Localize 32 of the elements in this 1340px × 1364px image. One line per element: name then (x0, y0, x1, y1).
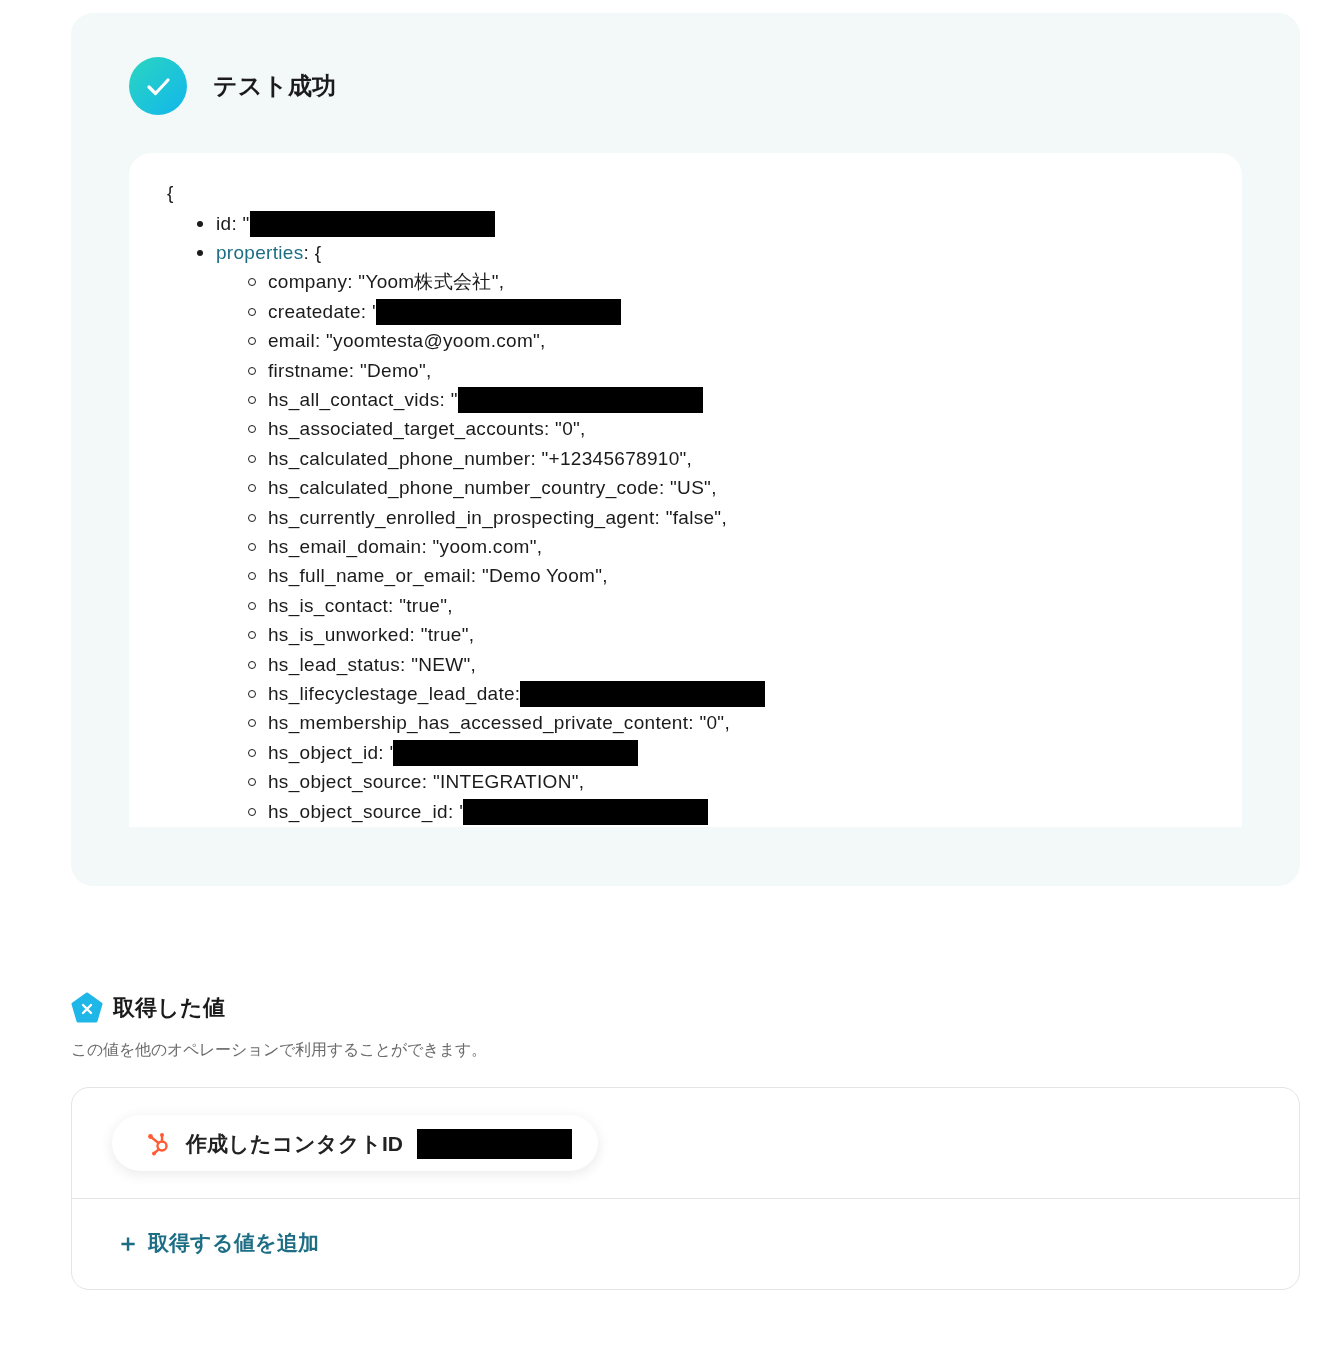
code-line: hs_is_unworked: "true", (268, 624, 475, 647)
add-value-button[interactable]: ＋ 取得する値を追加 (72, 1199, 363, 1289)
code-line: hs_calculated_phone_number: "+12345678910", (268, 447, 693, 470)
code-line: hs_lead_status: "NEW", (268, 653, 477, 676)
value-chip[interactable]: 作成したコンタクトID (112, 1115, 598, 1171)
code-line: company: "Yoom株式会社", (268, 270, 505, 295)
bullet-icon (197, 220, 203, 227)
bullet-icon (197, 250, 203, 257)
code-line: hs_lifecyclestage_lead_date: (268, 682, 521, 705)
code-line: hs_membership_has_accessed_private_content: "0", (268, 712, 730, 735)
code-line: hs_associated_target_accounts: "0", (268, 418, 586, 441)
code-line: hs_object_id: ' (268, 741, 394, 764)
code-line: id: " (216, 212, 250, 235)
code-line: hs_all_contact_vids: " (268, 389, 458, 412)
code-line: hs_currently_enrolled_in_prospecting_agent: "false", (268, 506, 727, 529)
code-line: { (167, 181, 175, 205)
code-line: email: "yoomtesta@yoom.com", (268, 330, 546, 353)
code-line: hs_object_source: "INTEGRATION", (268, 771, 585, 794)
pentagon-icon (71, 992, 103, 1024)
code-line: : { (303, 242, 322, 265)
code-line: hs_calculated_phone_number_country_code: "US", (268, 477, 717, 500)
code-line: firstname: "Demo", (268, 359, 432, 382)
code-line: hs_object_source_id: ' (268, 800, 464, 823)
code-line: hs_email_domain: "yoom.com", (268, 536, 543, 558)
success-check-icon (129, 57, 187, 115)
result-title: テスト成功 (213, 71, 336, 101)
section-description: この値を他のオペレーションで利用することができます。 (71, 1040, 488, 1060)
section-title: 取得した値 (113, 994, 225, 1022)
code-line: hs_is_contact: "true", (268, 594, 453, 617)
code-line: hs_full_name_or_email: "Demo Yoom", (268, 565, 608, 588)
property-link[interactable]: properties (216, 242, 304, 265)
code-line: createdate: ' (268, 300, 376, 323)
